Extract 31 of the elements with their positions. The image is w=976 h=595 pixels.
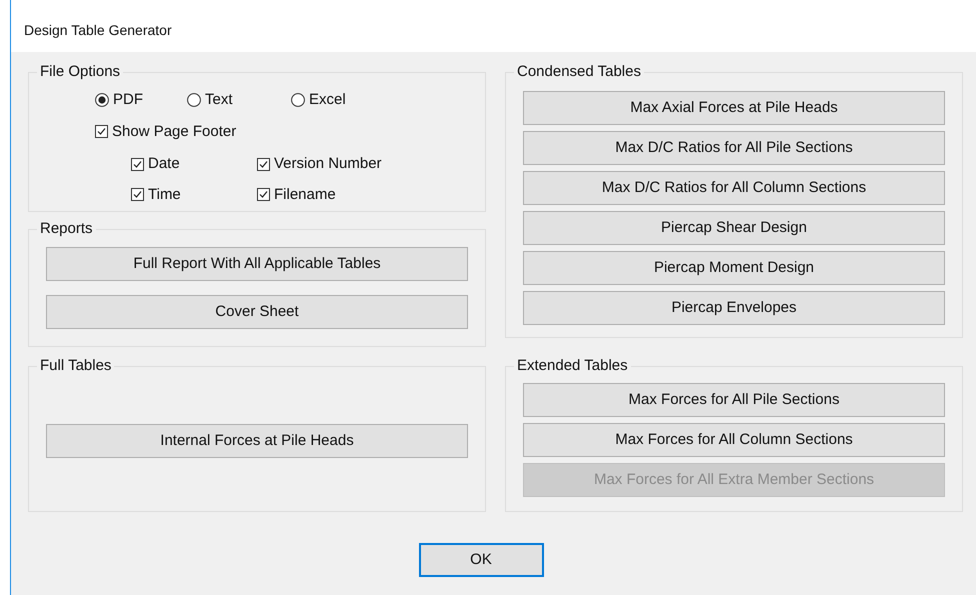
option-label[interactable]: Text xyxy=(205,89,233,112)
table-button[interactable]: Max D/C Ratios for All Column Sections xyxy=(523,171,945,205)
option-label[interactable]: Show Page Footer xyxy=(112,120,236,143)
table-button[interactable]: Piercap Envelopes xyxy=(523,291,945,325)
radio-button[interactable] xyxy=(291,93,305,108)
table-button[interactable]: Internal Forces at Pile Heads xyxy=(46,424,468,458)
group-title: Reports xyxy=(37,220,96,238)
table-button[interactable]: Piercap Shear Design xyxy=(523,211,945,245)
option-label[interactable]: Date xyxy=(148,153,180,176)
radio-button[interactable] xyxy=(187,93,201,108)
table-button[interactable]: Max Axial Forces at Pile Heads xyxy=(523,91,945,125)
option-label[interactable]: Version Number xyxy=(274,153,382,176)
option-label[interactable]: Excel xyxy=(309,89,346,112)
table-button[interactable]: Cover Sheet xyxy=(46,295,468,329)
checkbox[interactable] xyxy=(131,188,144,202)
group-title: File Options xyxy=(37,63,124,81)
option-label[interactable]: Time xyxy=(148,184,181,206)
checkbox[interactable] xyxy=(257,188,270,202)
table-button[interactable]: Max D/C Ratios for All Pile Sections xyxy=(523,131,945,165)
window-title: Design Table Generator xyxy=(24,20,172,40)
checkbox[interactable] xyxy=(95,125,108,138)
table-button[interactable]: Piercap Moment Design xyxy=(523,251,945,285)
checkbox[interactable] xyxy=(131,158,144,171)
ok-button[interactable]: OK xyxy=(418,543,544,577)
radio-button[interactable] xyxy=(95,93,109,108)
table-button[interactable]: Full Report With All Applicable Tables xyxy=(46,247,468,281)
option-label[interactable]: PDF xyxy=(113,89,143,112)
checkbox[interactable] xyxy=(257,158,270,171)
table-button[interactable]: Max Forces for All Pile Sections xyxy=(523,383,945,417)
option-label[interactable]: Filename xyxy=(274,184,336,206)
table-button[interactable]: Max Forces for All Column Sections xyxy=(523,423,945,457)
